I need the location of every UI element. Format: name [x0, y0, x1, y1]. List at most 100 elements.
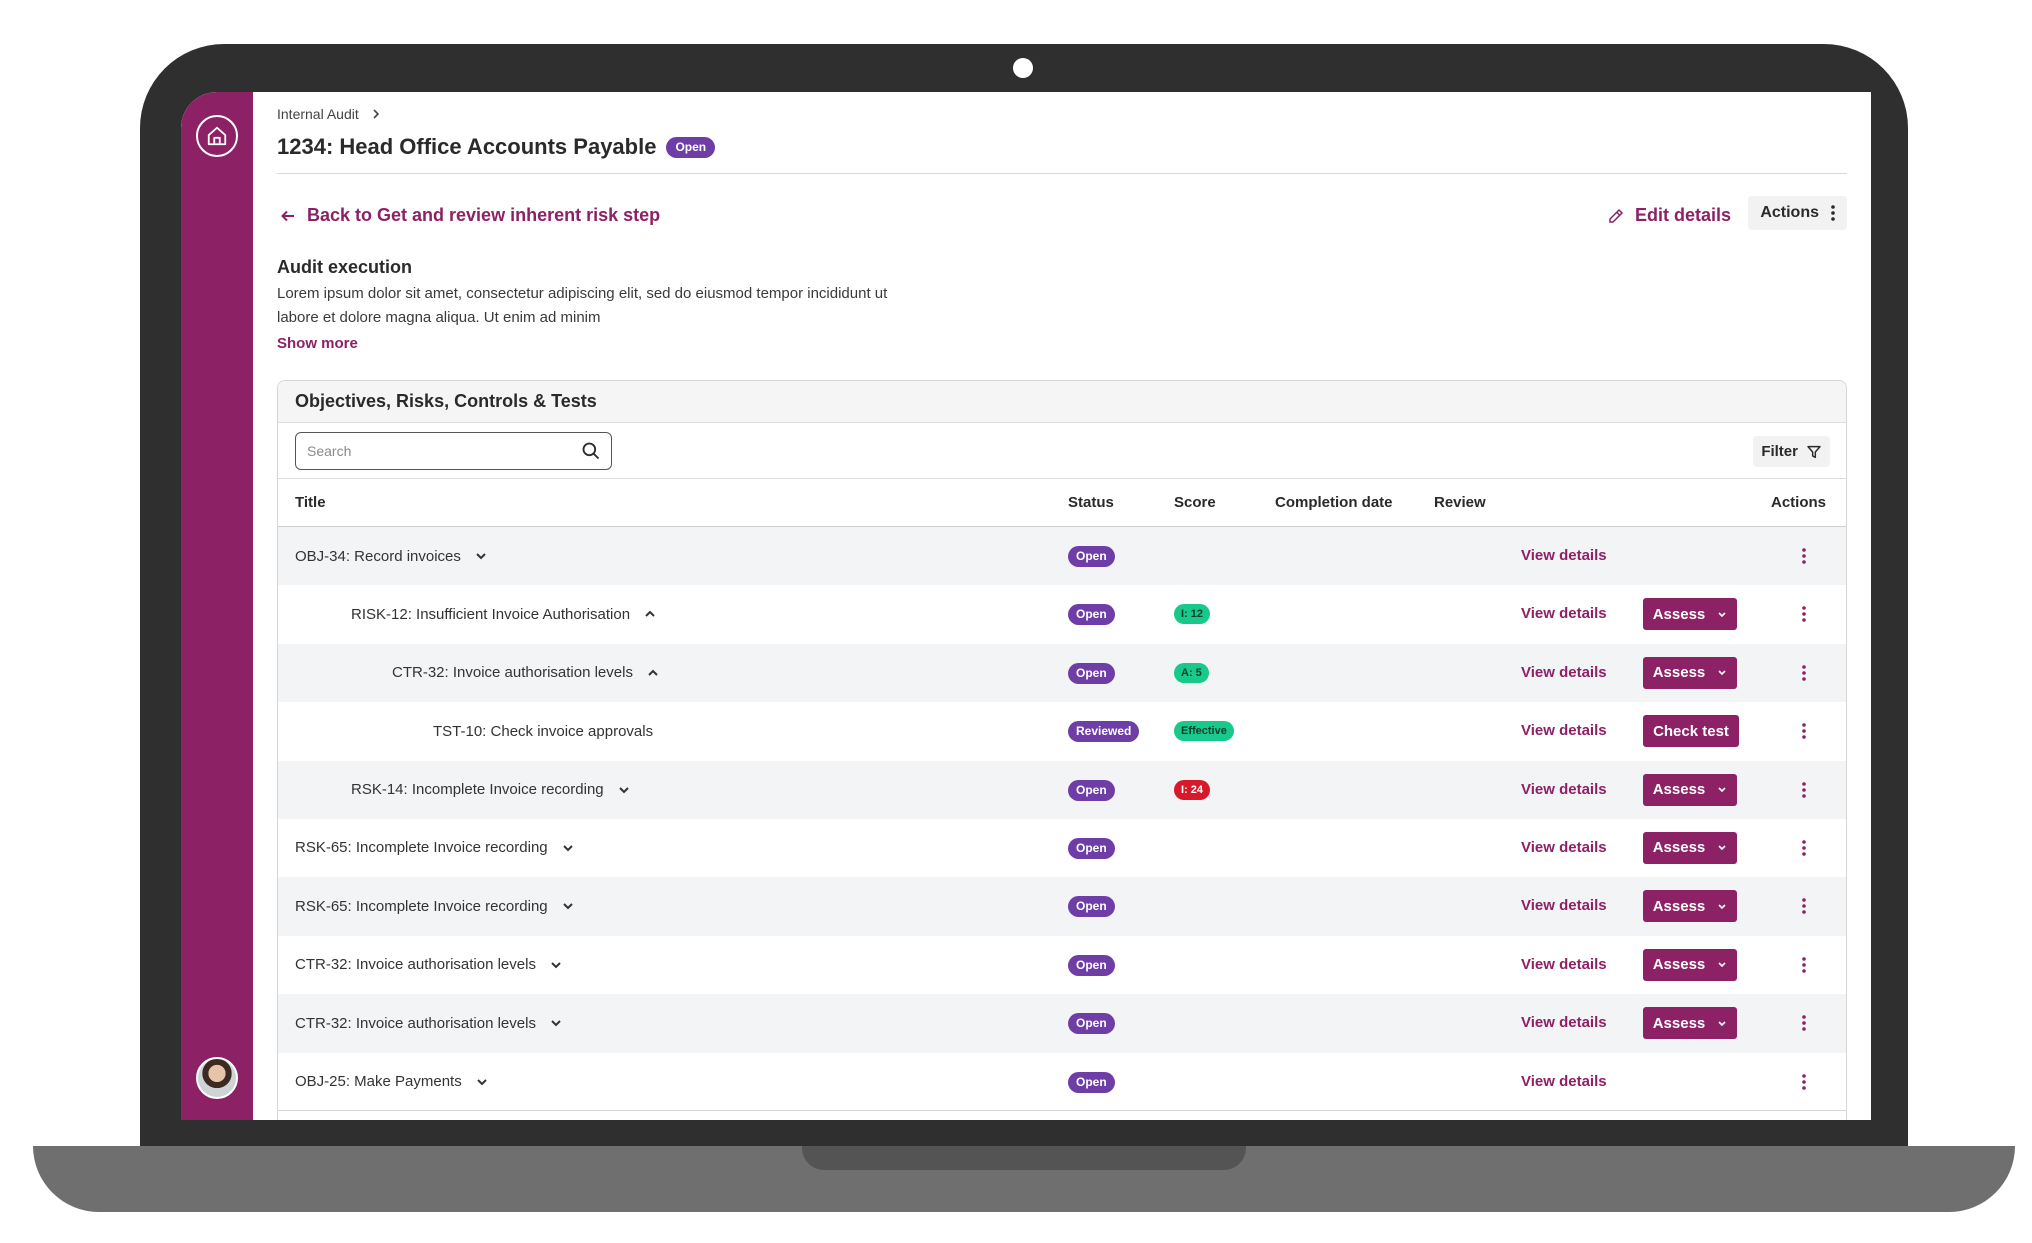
- view-details-link[interactable]: View details: [1521, 547, 1607, 564]
- home-button[interactable]: [196, 115, 238, 157]
- check-test-button[interactable]: Check test: [1643, 715, 1739, 748]
- kebab-icon: [1802, 956, 1806, 973]
- chevron-down-icon[interactable]: [550, 961, 562, 969]
- row-menu-button[interactable]: [1792, 952, 1816, 978]
- chevron-up-icon[interactable]: [647, 669, 659, 677]
- col-status[interactable]: Status: [1068, 494, 1114, 511]
- filter-button[interactable]: Filter: [1753, 436, 1830, 467]
- col-completion-date[interactable]: Completion date: [1275, 494, 1393, 511]
- status-badge: Open: [1068, 546, 1115, 567]
- edit-details-button[interactable]: Edit details: [1607, 205, 1731, 226]
- table-row: CTR-32: Invoice authorisation levels Ope…: [278, 643, 1846, 703]
- row-menu-button[interactable]: [1792, 1069, 1816, 1095]
- status-cell: Open: [1068, 954, 1115, 976]
- assess-button[interactable]: Assess: [1643, 656, 1737, 689]
- chevron-down-icon[interactable]: [550, 1019, 562, 1027]
- assess-button[interactable]: Assess: [1643, 948, 1737, 981]
- orct-panel: Objectives, Risks, Controls & Tests Filt…: [277, 380, 1847, 1120]
- app-screen: Internal Audit 1234: Head Office Account…: [181, 92, 1871, 1120]
- assess-button[interactable]: Assess: [1643, 773, 1737, 806]
- avatar[interactable]: [196, 1057, 238, 1099]
- row-title-text: RSK-65: Incomplete Invoice recording: [295, 897, 548, 915]
- back-link[interactable]: Back to Get and review inherent risk ste…: [281, 205, 660, 226]
- score-badge: A: 5: [1174, 662, 1209, 683]
- table-row: OBJ-25: Make Payments Open View details: [278, 1053, 1846, 1111]
- table-row: RSK-65: Incomplete Invoice recording Ope…: [278, 877, 1846, 936]
- chevron-down-icon: [1718, 612, 1726, 618]
- home-icon: [207, 126, 227, 146]
- row-title: CTR-32: Invoice authorisation levels: [392, 644, 659, 702]
- search-input[interactable]: [307, 443, 557, 459]
- breadcrumb-parent[interactable]: Internal Audit: [277, 106, 359, 122]
- assess-button[interactable]: Assess: [1643, 1007, 1737, 1040]
- assess-label: Assess: [1652, 664, 1706, 682]
- row-title-text: CTR-32: Invoice authorisation levels: [295, 956, 536, 974]
- row-menu-button[interactable]: [1792, 777, 1816, 803]
- row-title: RSK-65: Incomplete Invoice recording: [295, 877, 574, 935]
- table-row: TST-10: Check invoice approvals Reviewed…: [278, 702, 1846, 760]
- view-details-link[interactable]: View details: [1521, 664, 1607, 681]
- table-toolbar: Filter: [278, 423, 1846, 479]
- kebab-icon: [1802, 548, 1806, 564]
- assess-button[interactable]: Assess: [1643, 598, 1737, 631]
- row-title-text: OBJ-25: Make Payments: [295, 1073, 462, 1091]
- chevron-down-icon[interactable]: [562, 844, 574, 852]
- status-cell: Open: [1068, 1071, 1115, 1093]
- table-row: RISK-12: Insufficient Invoice Authorisat…: [278, 585, 1846, 643]
- row-menu-button[interactable]: [1792, 718, 1816, 744]
- kebab-icon: [1802, 606, 1806, 623]
- back-link-label: Back to Get and review inherent risk ste…: [307, 205, 661, 225]
- table-row: CTR-32: Invoice authorisation levels Ope…: [278, 936, 1846, 994]
- chevron-down-icon[interactable]: [618, 786, 630, 794]
- table-row: RSK-65: Incomplete Invoice recording Ope…: [278, 819, 1846, 877]
- view-details-link[interactable]: View details: [1521, 1073, 1607, 1090]
- row-menu-button[interactable]: [1792, 660, 1816, 686]
- filter-icon: [1807, 445, 1821, 458]
- row-title-text: RSK-14: Incomplete Invoice recording: [351, 781, 604, 799]
- col-score[interactable]: Score: [1174, 494, 1216, 511]
- kebab-icon: [1802, 1073, 1806, 1090]
- row-title-text: CTR-32: Invoice authorisation levels: [392, 664, 633, 682]
- col-title[interactable]: Title: [295, 494, 326, 511]
- view-details-link[interactable]: View details: [1521, 839, 1607, 856]
- view-details-link[interactable]: View details: [1521, 722, 1607, 739]
- row-menu-button[interactable]: [1792, 1010, 1816, 1036]
- status-badge: Open: [1068, 604, 1115, 626]
- panel-title: Objectives, Risks, Controls & Tests: [278, 381, 1846, 423]
- chevron-down-icon[interactable]: [476, 1078, 488, 1086]
- divider: [277, 173, 1847, 174]
- sidebar: [181, 92, 253, 1120]
- row-menu-button[interactable]: [1792, 601, 1816, 627]
- actions-button[interactable]: Actions: [1748, 196, 1847, 230]
- chevron-up-icon[interactable]: [644, 610, 656, 618]
- row-menu-button[interactable]: [1792, 543, 1816, 569]
- chevron-right-icon: [373, 109, 379, 119]
- assess-label: Assess: [1652, 897, 1706, 915]
- search-icon[interactable]: [581, 441, 601, 461]
- chevron-down-icon[interactable]: [562, 902, 574, 910]
- assess-label: Assess: [1652, 1014, 1706, 1032]
- row-title-text: CTR-32: Invoice authorisation levels: [295, 1014, 536, 1032]
- view-details-link[interactable]: View details: [1521, 605, 1607, 622]
- view-details-link[interactable]: View details: [1521, 956, 1607, 973]
- assess-button[interactable]: Assess: [1643, 890, 1737, 923]
- view-details-link[interactable]: View details: [1521, 897, 1607, 914]
- status-badge: Open: [1068, 1013, 1115, 1035]
- section-title: Audit execution: [277, 257, 413, 277]
- chevron-down-icon[interactable]: [475, 552, 487, 560]
- show-more-link[interactable]: Show more: [277, 335, 358, 352]
- assess-button[interactable]: Assess: [1643, 831, 1737, 864]
- row-menu-button[interactable]: [1792, 835, 1816, 861]
- kebab-icon: [1831, 205, 1835, 221]
- view-details-link[interactable]: View details: [1521, 1014, 1607, 1031]
- row-menu-button[interactable]: [1792, 893, 1816, 919]
- status-badge: Open: [1068, 896, 1115, 918]
- row-title-text: RSK-65: Incomplete Invoice recording: [295, 839, 548, 857]
- chevron-down-icon: [1718, 787, 1726, 793]
- status-badge: Reviewed: [1068, 721, 1140, 743]
- view-details-link[interactable]: View details: [1521, 781, 1607, 798]
- assess-label: Assess: [1652, 839, 1706, 857]
- col-review[interactable]: Review: [1434, 494, 1486, 511]
- status-cell: Open: [1068, 662, 1115, 684]
- status-cell: Open: [1068, 896, 1115, 918]
